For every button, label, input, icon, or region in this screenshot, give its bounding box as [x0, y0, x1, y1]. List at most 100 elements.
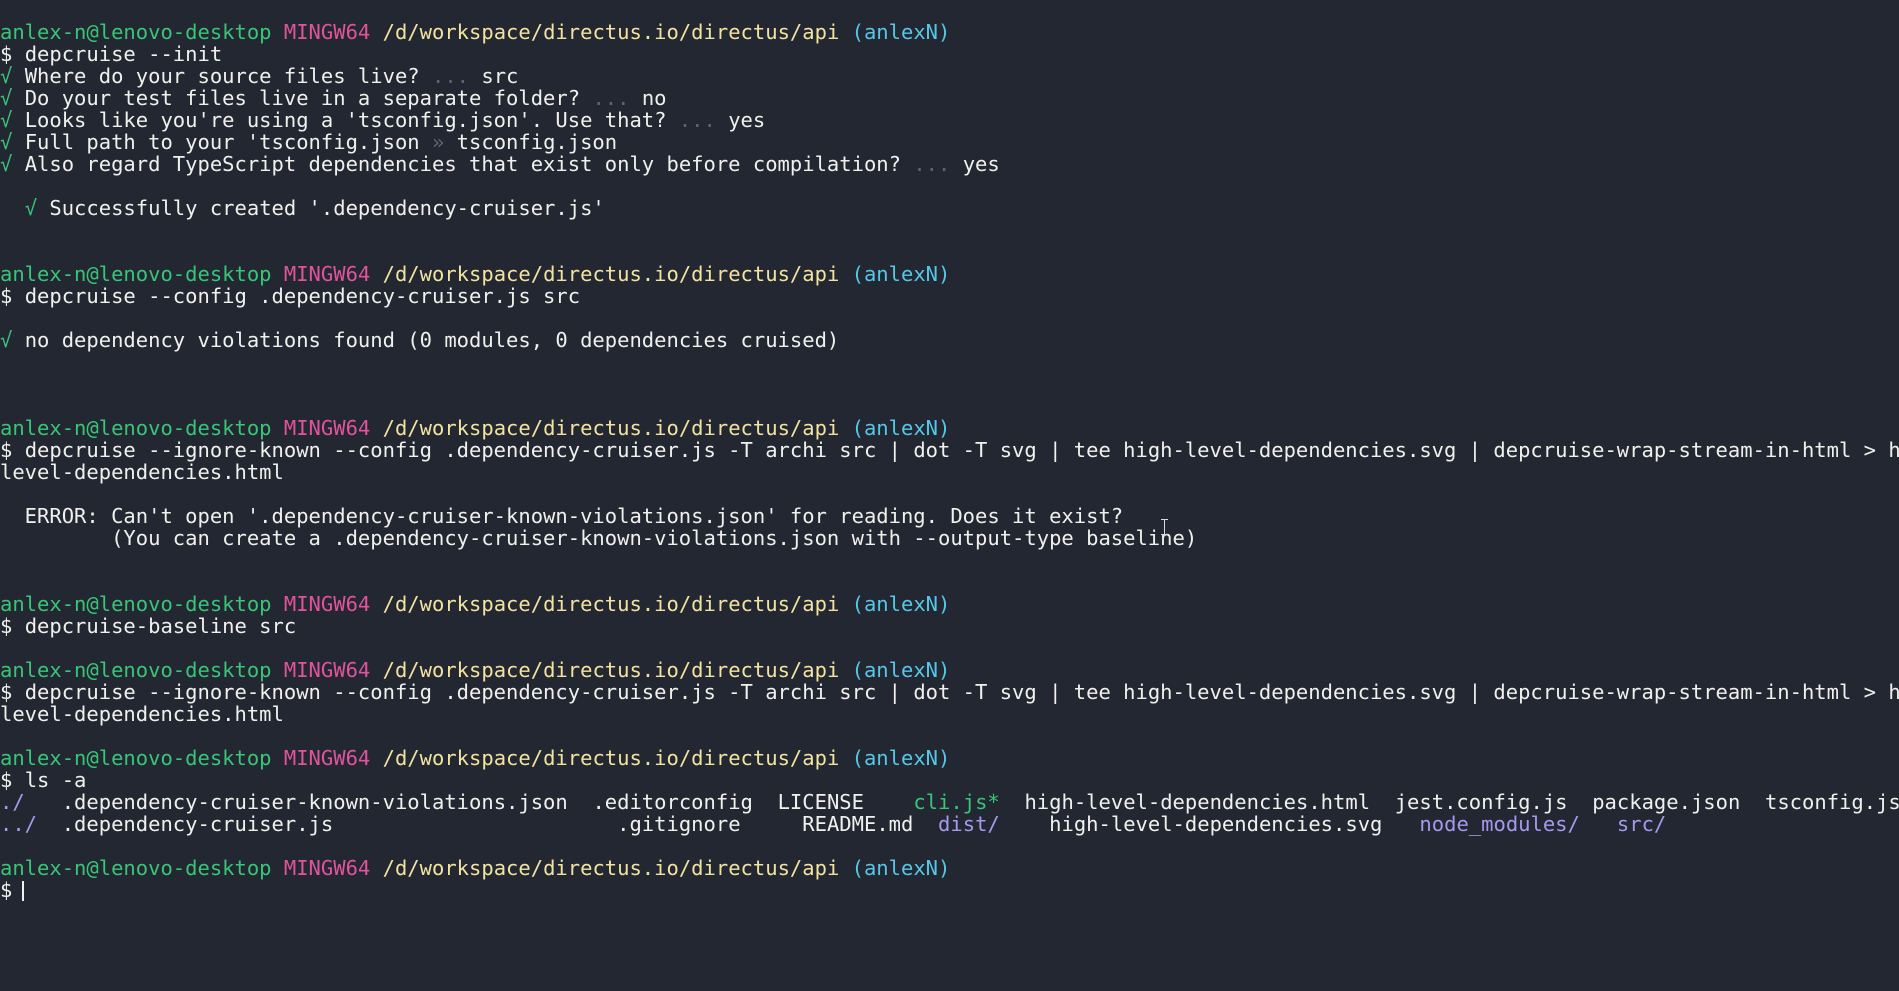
answer-line: √ Where do your source files live? ... s…	[0, 64, 519, 88]
ls-dir-entry: node_modules/	[1419, 812, 1580, 836]
user-host: anlex-n@lenovo-desktop	[0, 658, 272, 682]
prompt-line: anlex-n@lenovo-desktop MINGW64 /d/worksp…	[0, 21, 1899, 43]
answer-line: √ Full path to your 'tsconfig.json » tsc…	[0, 130, 618, 154]
check-icon: √	[0, 152, 13, 176]
command-line: $ ls -a	[0, 769, 1899, 791]
command-line-wrap: level-dependencies.html	[0, 702, 284, 726]
check-icon: √	[0, 86, 13, 110]
current-path: /d/workspace/directus.io/directus/api	[382, 20, 840, 44]
ls-file-entry: high-level-dependencies.svg	[1049, 812, 1383, 836]
user-host: anlex-n@lenovo-desktop	[0, 262, 272, 286]
prompt-symbol: $	[0, 284, 13, 308]
user-host: anlex-n@lenovo-desktop	[0, 856, 272, 880]
system-name: MINGW64	[283, 746, 371, 770]
ls-dir-entry: ../	[0, 812, 38, 836]
current-path: /d/workspace/directus.io/directus/api	[382, 262, 840, 286]
prompt-line: anlex-n@lenovo-desktop MINGW64 /d/worksp…	[0, 857, 1899, 879]
git-branch: (anlexN)	[851, 856, 951, 880]
current-path: /d/workspace/directus.io/directus/api	[382, 746, 840, 770]
git-branch: (anlexN)	[851, 416, 951, 440]
ls-output-row: ./ .dependency-cruiser-known-violations.…	[0, 791, 1899, 813]
ls-file-entry: cli.js*	[913, 790, 1000, 814]
prompt-line: anlex-n@lenovo-desktop MINGW64 /d/worksp…	[0, 593, 1899, 615]
system-name: MINGW64	[283, 262, 371, 286]
command-line: $ depcruise-baseline src	[0, 615, 1899, 637]
current-path: /d/workspace/directus.io/directus/api	[382, 658, 840, 682]
user-host: anlex-n@lenovo-desktop	[0, 746, 272, 770]
system-name: MINGW64	[283, 20, 371, 44]
command-line-wrap: level-dependencies.html	[0, 460, 284, 484]
check-icon: √	[0, 328, 13, 352]
check-icon: √	[0, 64, 13, 88]
git-branch: (anlexN)	[851, 592, 951, 616]
prompt-symbol: $	[0, 680, 13, 704]
ellipsis: ...	[592, 86, 630, 110]
ellipsis: ...	[431, 64, 470, 88]
answer-line: √ Also regard TypeScript dependencies th…	[0, 152, 1000, 176]
prompt-line: anlex-n@lenovo-desktop MINGW64 /d/worksp…	[0, 417, 1899, 439]
prompt-symbol: $	[0, 768, 13, 792]
system-name: MINGW64	[283, 856, 371, 880]
user-host: anlex-n@lenovo-desktop	[0, 20, 272, 44]
success-line: √ Successfully created '.dependency-crui…	[24, 196, 605, 220]
command-line: $ depcruise --ignore-known --config .dep…	[0, 681, 1899, 703]
current-path: /d/workspace/directus.io/directus/api	[382, 856, 840, 880]
ls-file-entry: .gitignore	[617, 812, 741, 836]
command-line: $ depcruise --config .dependency-cruiser…	[0, 285, 1899, 307]
error-hint-line: (You can create a .dependency-cruiser-kn…	[0, 526, 1198, 550]
result-line: √ no dependency violations found (0 modu…	[0, 328, 840, 352]
ls-file-entry: LICENSE	[777, 790, 864, 814]
text-cursor	[22, 881, 25, 901]
command-text: depcruise --ignore-known --config .depen…	[24, 680, 1899, 704]
current-path: /d/workspace/directus.io/directus/api	[382, 416, 840, 440]
command-text: depcruise --config .dependency-cruiser.j…	[24, 284, 581, 308]
answer-line: √ Looks like you're using a 'tsconfig.js…	[0, 108, 766, 132]
current-path: /d/workspace/directus.io/directus/api	[382, 592, 840, 616]
user-host: anlex-n@lenovo-desktop	[0, 416, 272, 440]
command-text: depcruise-baseline src	[24, 614, 297, 638]
check-icon: √	[0, 108, 13, 132]
ls-output-row: ../ .dependency-cruiser.js .gitignore RE…	[0, 813, 1899, 835]
prompt-symbol: $	[0, 438, 13, 462]
ls-file-entry: tsconfig.json	[1765, 790, 1899, 814]
answer-line: √ Do your test files live in a separate …	[0, 86, 667, 110]
git-branch: (anlexN)	[851, 262, 951, 286]
system-name: MINGW64	[283, 416, 371, 440]
user-host: anlex-n@lenovo-desktop	[0, 592, 272, 616]
ls-file-entry: jest.config.js	[1394, 790, 1568, 814]
ls-dir-entry: src/	[1616, 812, 1667, 836]
ls-dir-entry: dist/	[938, 812, 1000, 836]
ls-file-entry: .dependency-cruiser.js	[61, 812, 334, 836]
ellipsis: ...	[913, 152, 951, 176]
ls-file-entry: README.md	[802, 812, 914, 836]
command-line: $ depcruise --init	[0, 43, 1899, 65]
arrow-icon: »	[431, 130, 445, 154]
command-text: depcruise --ignore-known --config .depen…	[24, 438, 1899, 462]
error-line: ERROR: Can't open '.dependency-cruiser-k…	[0, 504, 1124, 528]
ibeam-cursor-icon	[1160, 519, 1169, 535]
command-line: $ depcruise --ignore-known --config .dep…	[0, 439, 1899, 461]
current-command-line[interactable]: $	[0, 879, 1899, 901]
command-text: depcruise --init	[24, 42, 223, 66]
system-name: MINGW64	[283, 658, 371, 682]
prompt-line: anlex-n@lenovo-desktop MINGW64 /d/worksp…	[0, 747, 1899, 769]
prompt-symbol: $	[0, 614, 13, 638]
ls-dir-entry: ./	[0, 790, 25, 814]
prompt-symbol: $	[0, 878, 13, 902]
check-icon: √	[0, 130, 13, 154]
ls-file-entry: .dependency-cruiser-known-violations.jso…	[61, 790, 568, 814]
git-branch: (anlexN)	[851, 20, 951, 44]
terminal-window[interactable]: anlex-n@lenovo-desktop MINGW64 /d/worksp…	[0, 0, 1899, 991]
command-text: ls -a	[24, 768, 87, 792]
ls-file-entry: .editorconfig	[592, 790, 753, 814]
prompt-symbol: $	[0, 42, 13, 66]
ellipsis: ...	[678, 108, 716, 132]
check-icon: √	[24, 196, 38, 220]
ls-file-entry: high-level-dependencies.html	[1024, 790, 1371, 814]
git-branch: (anlexN)	[851, 658, 951, 682]
prompt-line: anlex-n@lenovo-desktop MINGW64 /d/worksp…	[0, 659, 1899, 681]
git-branch: (anlexN)	[851, 746, 951, 770]
ls-file-entry: package.json	[1592, 790, 1741, 814]
system-name: MINGW64	[283, 592, 371, 616]
prompt-line: anlex-n@lenovo-desktop MINGW64 /d/worksp…	[0, 263, 1899, 285]
